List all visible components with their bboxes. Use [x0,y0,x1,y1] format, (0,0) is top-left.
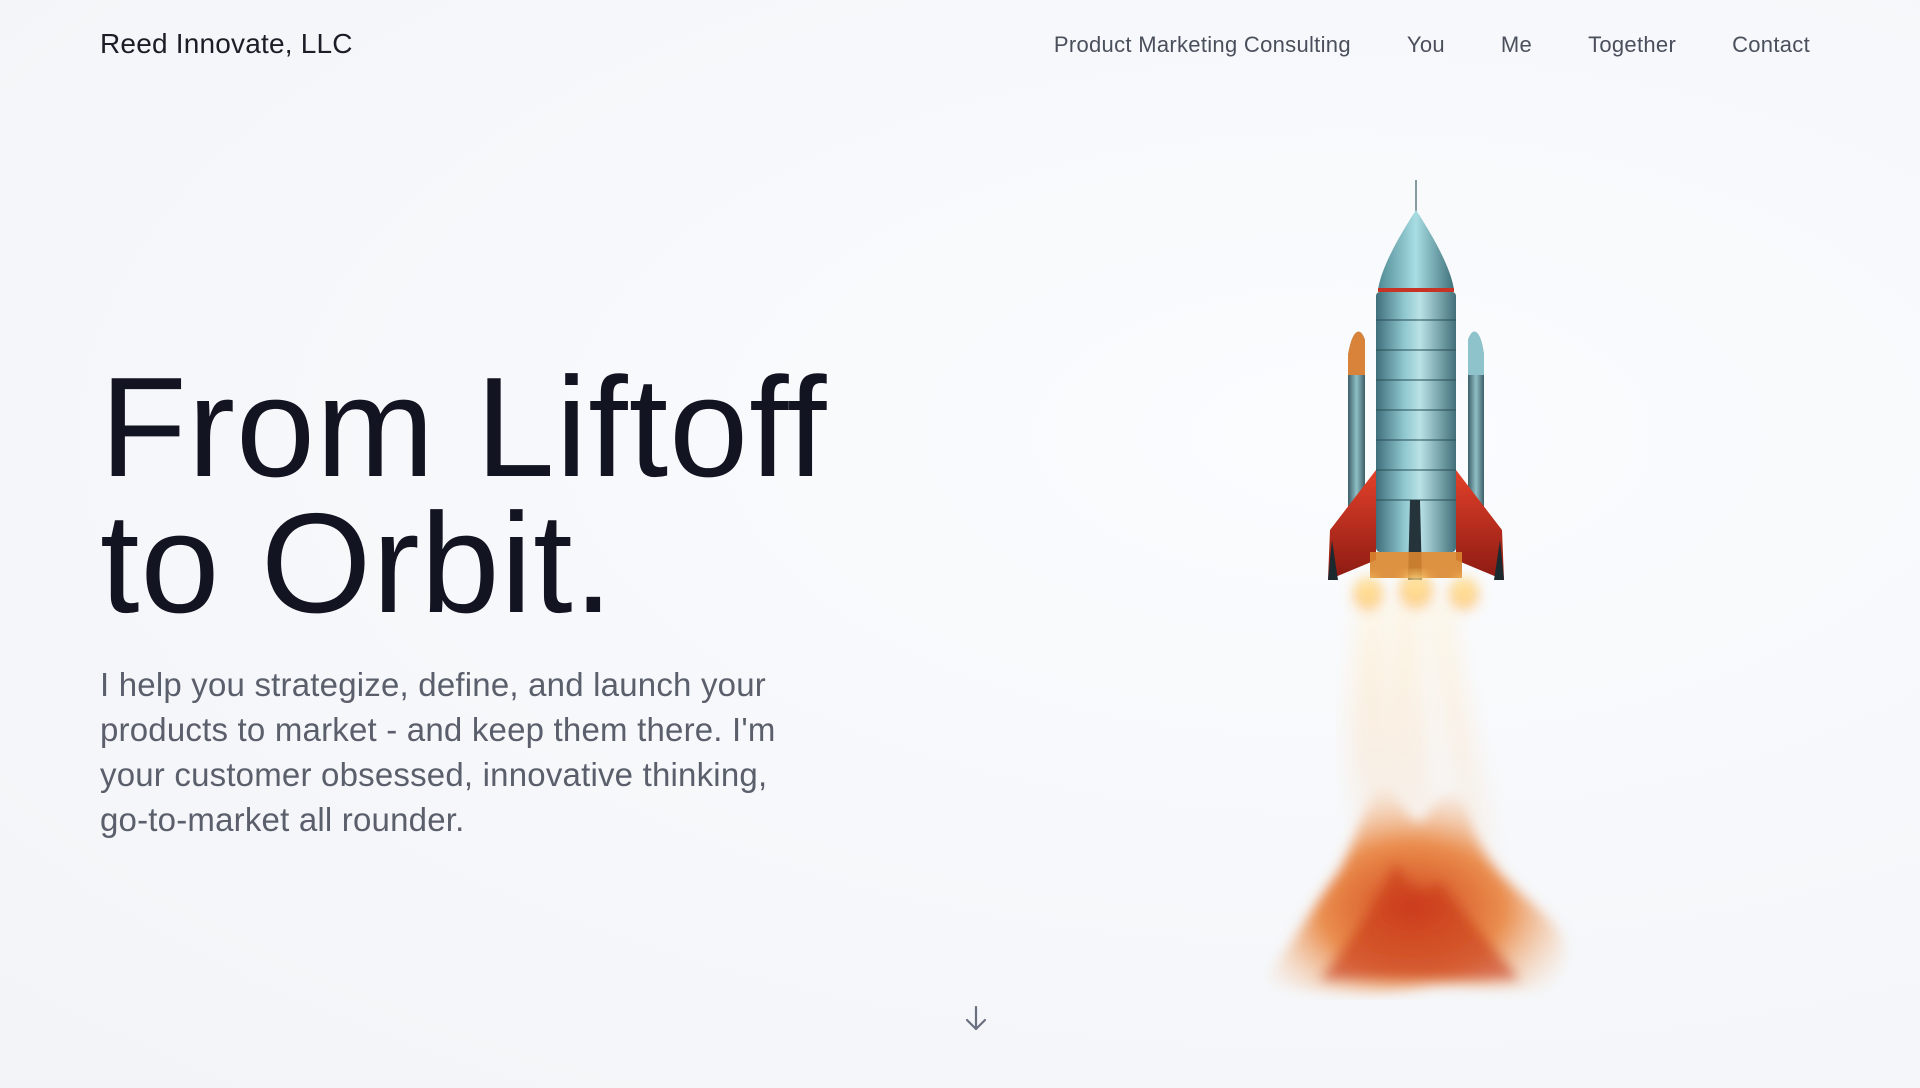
arrow-down-icon [965,1005,987,1031]
nav-link-product-marketing-consulting[interactable]: Product Marketing Consulting [1054,32,1351,58]
brand-logo-link[interactable]: Reed Innovate, LLC [100,28,353,60]
nav-link-you[interactable]: You [1407,32,1445,58]
rocket-illustration [1260,180,1565,993]
nav-link-together[interactable]: Together [1588,32,1676,58]
main-nav: Product Marketing Consulting You Me Toge… [1054,32,1810,58]
hero-title-line-2: to Orbit. [100,484,615,643]
hero-title-line-1: From Liftoff [100,348,828,507]
nav-link-contact[interactable]: Contact [1732,32,1810,58]
scroll-down-button[interactable] [962,1004,990,1034]
page: Reed Innovate, LLC Product Marketing Con… [0,0,1920,1088]
nav-link-me[interactable]: Me [1501,32,1532,58]
hero-description: I help you strategize, define, and launc… [100,666,776,838]
hero-title: From Liftoff to Orbit. [100,348,860,643]
